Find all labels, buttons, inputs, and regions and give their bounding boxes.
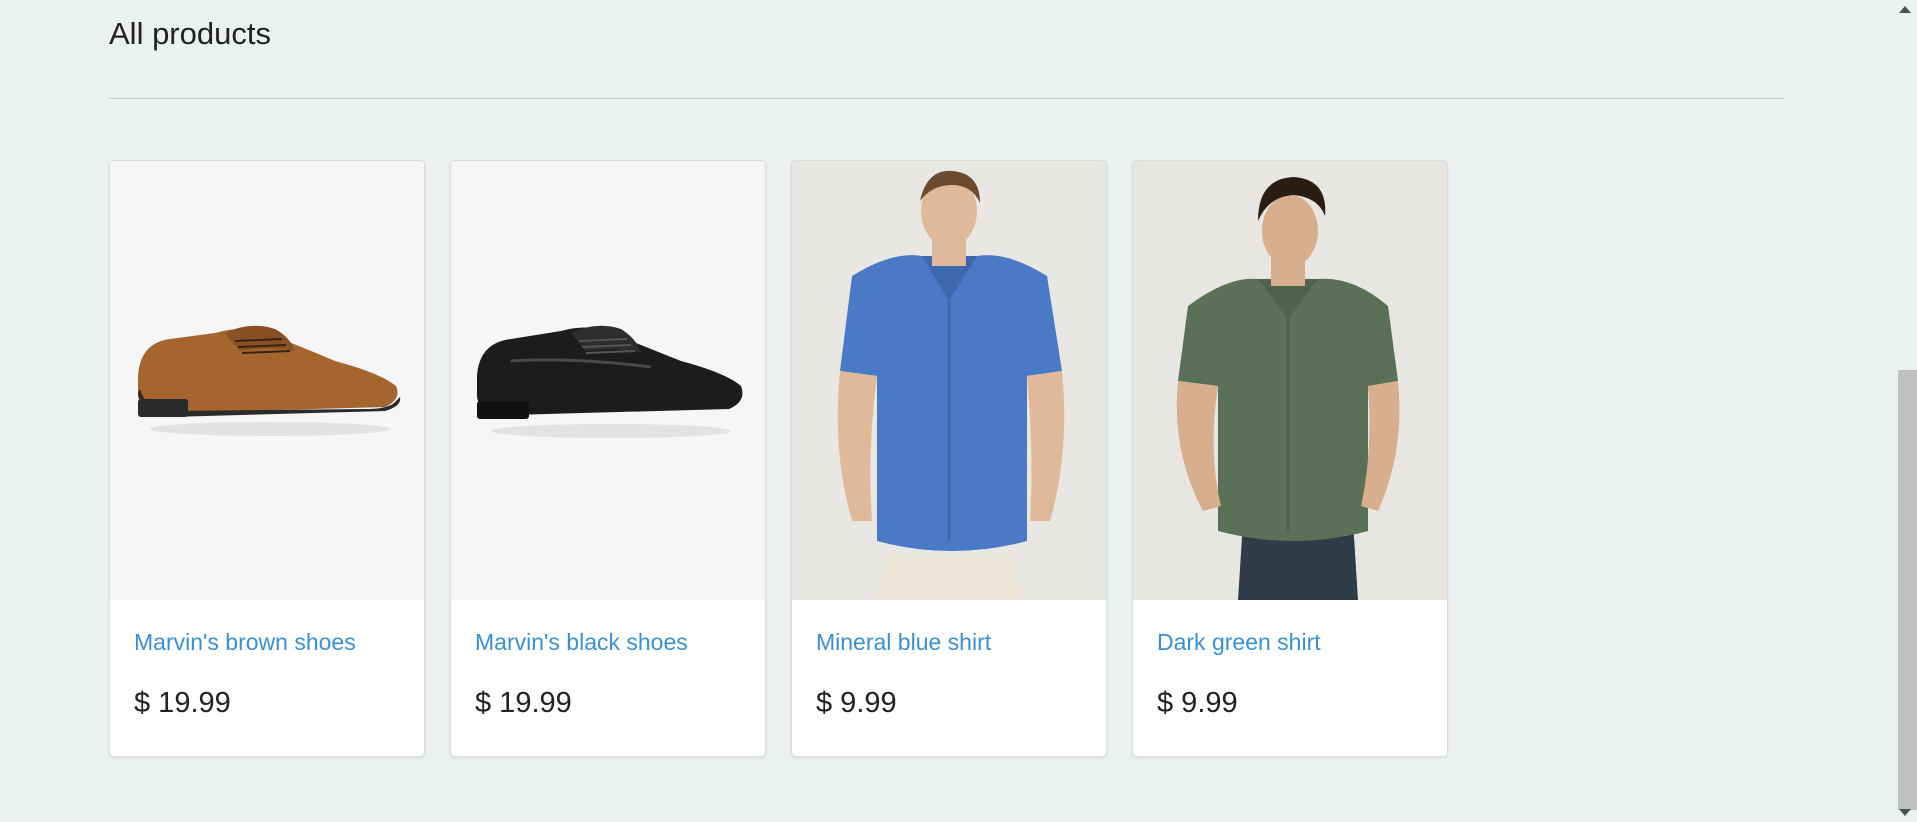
page: All products Marvin's brown shoes $ 19.9… xyxy=(0,0,1917,822)
product-image[interactable] xyxy=(110,161,424,600)
main-content: All products Marvin's brown shoes $ 19.9… xyxy=(109,0,1784,757)
green-shirt-icon xyxy=(1133,161,1447,600)
page-title: All products xyxy=(109,16,271,51)
product-name-link[interactable]: Dark green shirt xyxy=(1157,628,1423,656)
product-grid: Marvin's brown shoes $ 19.99 Marvin's bl… xyxy=(109,160,1448,757)
product-image[interactable] xyxy=(451,161,765,600)
blue-shirt-icon xyxy=(792,161,1106,600)
product-name-link[interactable]: Mineral blue shirt xyxy=(816,628,1082,656)
product-image[interactable] xyxy=(1133,161,1447,600)
scroll-up-arrow-icon[interactable] xyxy=(1899,6,1911,13)
product-price: $ 9.99 xyxy=(1157,687,1238,719)
product-card[interactable]: Marvin's brown shoes $ 19.99 xyxy=(109,160,425,757)
card-body: Marvin's brown shoes $ 19.99 xyxy=(110,600,424,720)
card-body: Mineral blue shirt $ 9.99 xyxy=(792,600,1106,720)
divider xyxy=(109,98,1784,99)
product-card[interactable]: Mineral blue shirt $ 9.99 xyxy=(791,160,1107,757)
product-card[interactable]: Dark green shirt $ 9.99 xyxy=(1132,160,1448,757)
scrollbar-thumb[interactable] xyxy=(1898,370,1917,810)
product-price: $ 19.99 xyxy=(475,687,572,719)
product-price: $ 9.99 xyxy=(816,687,897,719)
black-shoe-icon xyxy=(451,161,765,600)
product-image[interactable] xyxy=(792,161,1106,600)
product-name-link[interactable]: Marvin's black shoes xyxy=(475,628,741,656)
card-body: Dark green shirt $ 9.99 xyxy=(1133,600,1447,720)
product-price: $ 19.99 xyxy=(134,687,231,719)
card-body: Marvin's black shoes $ 19.99 xyxy=(451,600,765,720)
product-card[interactable]: Marvin's black shoes $ 19.99 xyxy=(450,160,766,757)
scroll-down-arrow-icon[interactable] xyxy=(1899,809,1911,816)
product-name-link[interactable]: Marvin's brown shoes xyxy=(134,628,400,656)
vertical-scrollbar[interactable] xyxy=(1895,0,1917,822)
brown-shoe-icon xyxy=(110,161,424,600)
